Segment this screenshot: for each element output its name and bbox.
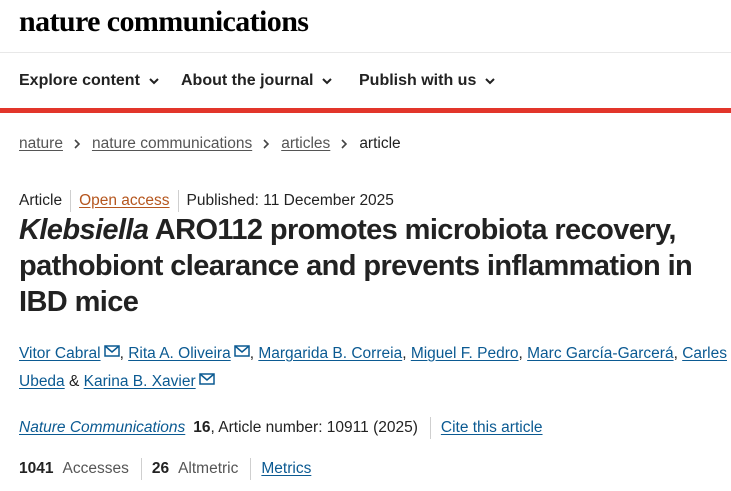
citation-row: Nature Communications 16 , Article numbe… [19,416,543,440]
divider [250,458,252,480]
chevron-right-icon [263,139,270,149]
author-separator: , [119,345,124,362]
article-meta: Article Open access Published: 11 Decemb… [19,190,402,212]
divider [429,417,431,439]
envelope-icon[interactable] [198,373,215,385]
altmetric-label: Altmetric [178,460,239,477]
accesses-count: 1041 [19,460,54,477]
breadcrumb-current: article [359,135,401,152]
author-separator: , [249,345,255,362]
breadcrumb: nature nature communications articles ar… [19,135,401,153]
author-link[interactable]: Vitor Cabral [19,345,101,362]
cite-this-article-link[interactable]: Cite this article [441,419,543,437]
nav-item-label: Publish with us [359,72,477,89]
author-link[interactable]: Karina B. Xavier [84,373,196,390]
divider [140,458,142,480]
breadcrumb-link-nature-communications[interactable]: nature communications [92,135,252,153]
chevron-down-icon [485,78,496,85]
author-link[interactable]: Margarida B. Correia [258,345,402,362]
site-logo[interactable]: nature communications [19,5,309,39]
author-separator: , [518,345,523,362]
chevron-down-icon [322,78,333,85]
chevron-down-icon [149,78,159,85]
breadcrumb-link-nature[interactable]: nature [19,135,63,153]
published-date: Published: 11 December 2025 [177,190,402,212]
envelope-icon[interactable] [103,345,120,357]
breadcrumb-link-articles[interactable]: articles [281,135,330,153]
metrics-link[interactable]: Metrics [261,460,311,478]
journal-link[interactable]: Nature Communications [19,419,185,437]
accesses-label: Accesses [62,460,129,477]
article-title: Klebsiella ARO112 promotes microbiota re… [19,212,724,320]
article-type: Article [19,192,63,209]
article-title-italic: Klebsiella [19,214,149,246]
article-number: , Article number: 10911 (2025) [210,419,418,436]
author-separator-and: & [69,373,80,390]
nav-publish-with-us[interactable]: Publish with us [359,72,496,90]
envelope-icon[interactable] [233,345,250,357]
author-separator: , [673,345,678,362]
site-header: nature communications [0,0,731,53]
nav-item-label: About the journal [181,72,314,89]
chevron-right-icon [74,139,81,149]
main-nav: Explore content About the journal Publis… [0,54,731,109]
author-separator: , [402,345,407,362]
author-link[interactable]: Miguel F. Pedro [411,345,519,362]
chevron-right-icon [341,139,348,149]
author-list: Vitor Cabral, Rita A. Oliveira, Margarid… [19,340,729,396]
nav-item-label: Explore content [19,72,140,89]
metrics-row: 1041 Accesses 26 Altmetric Metrics [19,457,311,481]
nav-about-journal[interactable]: About the journal [181,72,333,90]
open-access-wrapper: Open access [70,190,177,212]
author-link[interactable]: Marc García-Garcerá [527,345,673,362]
nav-accent-rule [0,108,731,113]
altmetric-count: 26 [151,460,170,477]
open-access-link[interactable]: Open access [79,192,169,209]
nav-explore-content[interactable]: Explore content [19,72,160,90]
volume-number: 16 [193,419,211,436]
author-link[interactable]: Rita A. Oliveira [128,345,231,362]
